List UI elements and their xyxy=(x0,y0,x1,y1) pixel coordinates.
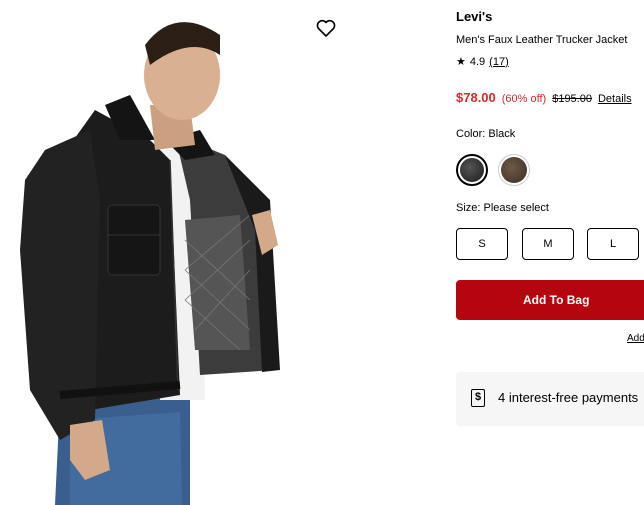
add-to-bag-button[interactable]: Add To Bag xyxy=(456,280,644,320)
original-price: $195.00 xyxy=(552,93,592,105)
rating-value: 4.9 xyxy=(469,55,486,68)
size-s-button[interactable]: S xyxy=(456,228,508,260)
size-l-button[interactable]: L xyxy=(587,228,639,260)
product-info: Levi's Men's Faux Leather Trucker Jacket… xyxy=(456,0,644,505)
color-swatch-black[interactable] xyxy=(456,154,488,186)
discount-percent: (60% off) xyxy=(501,93,547,105)
sale-price: $78.00 xyxy=(456,90,496,105)
brand-name[interactable]: Levi's xyxy=(456,9,492,24)
heart-icon[interactable] xyxy=(314,16,338,40)
star-icon: ★ xyxy=(456,56,466,68)
price-block: $78.00 (60% off) $195.00 Details xyxy=(456,90,632,105)
color-label: Color: Black xyxy=(456,128,516,140)
size-m-button[interactable]: M xyxy=(522,228,574,260)
dollar-icon: $ xyxy=(471,389,485,407)
product-image[interactable] xyxy=(0,0,300,505)
details-link[interactable]: Details xyxy=(598,93,632,105)
rating[interactable]: ★ 4.9 (17) xyxy=(456,55,509,69)
review-count[interactable]: (17) xyxy=(489,56,509,68)
add-link[interactable]: Add xyxy=(627,333,644,344)
color-swatch-brown[interactable] xyxy=(498,154,530,186)
size-label: Size: Please select xyxy=(456,202,549,214)
payments-banner[interactable]: $ 4 interest-free payments xyxy=(456,372,644,426)
add-to-bag-label: Add To Bag xyxy=(523,293,590,307)
payments-text: 4 interest-free payments xyxy=(498,390,639,405)
product-title: Men's Faux Leather Trucker Jacket xyxy=(456,34,628,46)
